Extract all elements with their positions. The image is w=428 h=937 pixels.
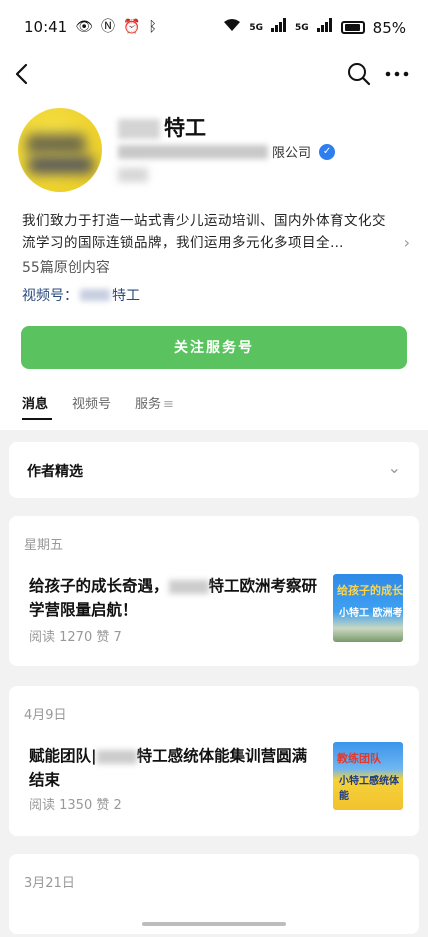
signal-bars-icon xyxy=(271,18,287,37)
search-icon[interactable] xyxy=(346,60,372,88)
article-thumbnail[interactable]: 教练团队 小特工感统体能 xyxy=(333,742,403,810)
tab-video[interactable]: 视频号 xyxy=(72,393,111,420)
video-channel-link[interactable]: 视频号： 特工 xyxy=(22,285,140,305)
company-suffix: 限公司 xyxy=(272,146,312,161)
status-bar: 10:41 👁 Ⓝ ⏰ ᛒ 5G 5G 85% xyxy=(0,0,428,58)
tab-services[interactable]: 服务 ≡ xyxy=(135,393,174,420)
eye-icon: 👁 xyxy=(75,19,94,35)
avatar[interactable] xyxy=(18,108,102,192)
article-title[interactable]: 赋能团队| 特工感统体能集训营圆满结束 xyxy=(29,744,319,792)
article-date: 星期五 xyxy=(24,538,64,553)
article-card[interactable]: 星期五 给孩子的成长奇遇， 特工欧洲考察研学营限量启航！ 阅读 1270 赞 7 … xyxy=(9,516,419,666)
battery-level: 85% xyxy=(372,18,406,37)
redacted-name xyxy=(118,119,160,139)
chevron-down-icon[interactable]: ⌄ xyxy=(388,458,401,477)
article-stats: 阅读 1350 赞 2 xyxy=(29,798,122,813)
account-name: 特工 xyxy=(118,112,206,142)
article-thumbnail[interactable]: 给孩子的成长 小特工 欧洲考 xyxy=(333,574,403,642)
video-suffix: 特工 xyxy=(112,288,140,304)
signal-bars-icon-2 xyxy=(316,18,333,37)
redacted-company xyxy=(118,144,268,159)
signal-5g-icon: 5G xyxy=(249,22,263,33)
bluetooth-icon: ᛒ xyxy=(148,19,157,35)
chevron-right-icon[interactable]: › xyxy=(404,233,410,252)
redacted-video-name xyxy=(80,289,110,301)
nav-bar xyxy=(0,56,428,92)
alarm-icon: ⏰ xyxy=(123,19,141,35)
author-picks-label: 作者精选 xyxy=(27,464,83,480)
account-description[interactable]: 我们致力于打造一站式青少儿运动培训、国内外体育文化交流学习的国际连锁品牌，我们运… xyxy=(22,210,398,254)
home-indicator[interactable] xyxy=(142,922,286,926)
redacted-extra xyxy=(118,168,148,182)
back-icon[interactable] xyxy=(12,60,34,88)
tab-messages[interactable]: 消息 xyxy=(22,393,53,420)
signal-5g-icon-2: 5G xyxy=(295,22,309,33)
video-prefix: 视频号： xyxy=(22,288,78,304)
article-title[interactable]: 给孩子的成长奇遇， 特工欧洲考察研学营限量启航！ xyxy=(29,574,319,622)
author-picks[interactable]: 作者精选 ⌄ xyxy=(9,442,419,498)
article-date: 4月9日 xyxy=(24,708,67,723)
more-icon[interactable] xyxy=(384,60,410,88)
battery-icon xyxy=(340,21,365,34)
nfc-icon: Ⓝ xyxy=(101,19,116,35)
status-time: 10:41 xyxy=(24,18,68,36)
company-line: 限公司 ✓ xyxy=(118,142,336,161)
follow-button[interactable]: 关注服务号 xyxy=(21,326,407,369)
article-stats: 阅读 1270 赞 7 xyxy=(29,630,122,645)
article-date: 3月21日 xyxy=(24,876,75,891)
verified-badge-icon: ✓ xyxy=(319,143,336,160)
article-card[interactable]: 4月9日 赋能团队| 特工感统体能集训营圆满结束 阅读 1350 赞 2 教练团队… xyxy=(9,686,419,836)
tab-bar: 消息 视频号 服务 ≡ xyxy=(22,393,174,420)
original-count[interactable]: 55篇原创内容 xyxy=(22,257,110,277)
wifi-icon xyxy=(223,18,241,37)
menu-icon: ≡ xyxy=(163,397,174,412)
